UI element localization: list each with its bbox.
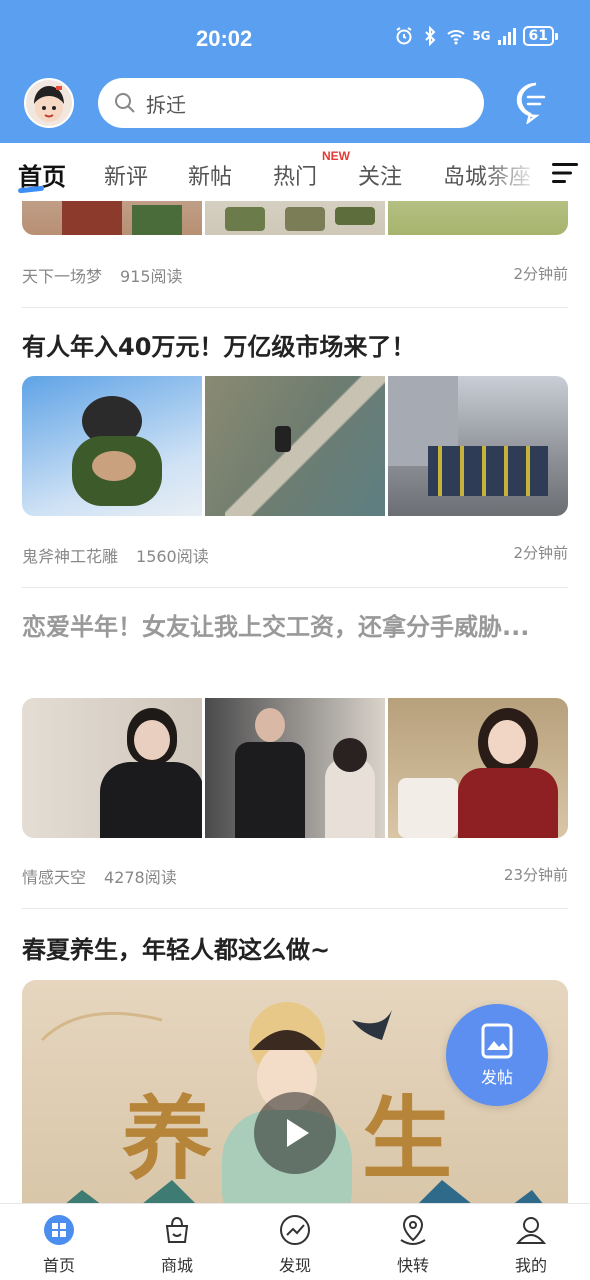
menu-icon[interactable] xyxy=(552,161,578,185)
status-icons: 5G 61 xyxy=(394,26,559,46)
post-time: 23分钟前 xyxy=(503,866,568,884)
divider xyxy=(22,908,568,909)
play-button[interactable] xyxy=(254,1092,336,1174)
svg-text:养: 养 xyxy=(122,1086,212,1192)
post-author[interactable]: 鬼斧神工花雕 xyxy=(22,547,118,566)
tab-hot[interactable]: 热门 xyxy=(273,159,317,191)
nav-quick-transfer[interactable]: 快转 xyxy=(354,1204,472,1280)
search-placeholder: 拆迁 xyxy=(146,92,186,117)
location-icon xyxy=(400,1214,426,1245)
post-image-row[interactable] xyxy=(22,698,568,838)
nav-label: 商城 xyxy=(160,1256,193,1275)
post-meta: 鬼斧神工花雕 1560阅读 xyxy=(22,543,209,567)
post-image xyxy=(388,698,568,838)
avatar[interactable] xyxy=(24,78,74,128)
home-icon xyxy=(44,1215,74,1245)
status-time: 20:02 xyxy=(196,26,253,51)
discover-icon xyxy=(280,1215,310,1245)
post-image xyxy=(388,201,568,235)
post-time: 2分钟前 xyxy=(513,544,568,562)
post-image xyxy=(205,698,385,838)
post-author[interactable]: 天下一场梦 xyxy=(22,267,102,286)
post-reads: 1560阅读 xyxy=(136,547,209,566)
play-icon xyxy=(287,1119,309,1147)
post-image xyxy=(22,201,202,235)
search-input[interactable]: 拆迁 xyxy=(98,78,484,128)
nav-label: 首页 xyxy=(42,1256,75,1275)
signal-icon xyxy=(497,28,516,45)
message-icon[interactable] xyxy=(514,80,558,124)
post-title[interactable]: 有人年入40万元！万亿级市场来了！ xyxy=(22,326,568,368)
new-post-button[interactable]: 发帖 xyxy=(446,1004,548,1106)
wifi-icon xyxy=(447,30,465,45)
post-time: 2分钟前 xyxy=(513,265,568,283)
post-image xyxy=(22,376,202,516)
shopping-bag-icon xyxy=(165,1216,189,1243)
profile-icon xyxy=(515,1217,547,1244)
post-title[interactable]: 恋爱半年！女友让我上交工资，还拿分手威胁... xyxy=(22,606,568,648)
post-meta: 情感天空 4278阅读 xyxy=(22,864,177,888)
post-image-row[interactable] xyxy=(22,376,568,516)
divider xyxy=(22,587,568,588)
post-image xyxy=(205,376,385,516)
bottom-nav: 首页 商城 发现 快转 我的 xyxy=(0,1203,590,1280)
tab-follow[interactable]: 关注 xyxy=(358,159,402,191)
search-icon xyxy=(115,93,135,113)
new-post-label: 发帖 xyxy=(480,1068,513,1087)
tab-new-posts[interactable]: 新帖 xyxy=(188,159,232,191)
tabs-fade xyxy=(480,143,540,201)
app-header: 20:02 5G 61 拆迁 xyxy=(0,0,590,143)
divider xyxy=(22,307,568,308)
post-reads: 4278阅读 xyxy=(104,868,177,887)
post-author[interactable]: 情感天空 xyxy=(22,868,86,887)
nav-label: 我的 xyxy=(514,1256,547,1275)
bluetooth-icon xyxy=(425,26,436,46)
nav-mall[interactable]: 商城 xyxy=(118,1204,236,1280)
post-image xyxy=(22,698,202,838)
post-title[interactable]: 春夏养生，年轻人都这么做~ xyxy=(22,929,568,971)
nav-home[interactable]: 首页 xyxy=(0,1204,118,1280)
post-reads: 915阅读 xyxy=(120,267,183,286)
network-type: 5G xyxy=(472,29,491,43)
new-badge: NEW xyxy=(322,149,350,163)
avatar-icon xyxy=(34,86,64,122)
tab-new-comments[interactable]: 新评 xyxy=(104,159,148,191)
nav-label: 快转 xyxy=(396,1256,429,1275)
post-image xyxy=(205,201,385,235)
post-meta: 天下一场梦 915阅读 xyxy=(22,263,183,287)
post-image xyxy=(388,376,568,516)
nav-discover[interactable]: 发现 xyxy=(236,1204,354,1280)
nav-label: 发现 xyxy=(278,1256,311,1275)
category-tabs: 首页 新评 新帖 热门 NEW 关注 岛城茶座 xyxy=(0,143,590,201)
post-image-icon xyxy=(481,1023,513,1059)
post-image-row[interactable] xyxy=(22,201,568,235)
svg-text:生: 生 xyxy=(362,1086,452,1192)
battery-indicator: 61 xyxy=(522,26,559,46)
alarm-icon xyxy=(396,27,412,45)
nav-profile[interactable]: 我的 xyxy=(472,1204,590,1280)
